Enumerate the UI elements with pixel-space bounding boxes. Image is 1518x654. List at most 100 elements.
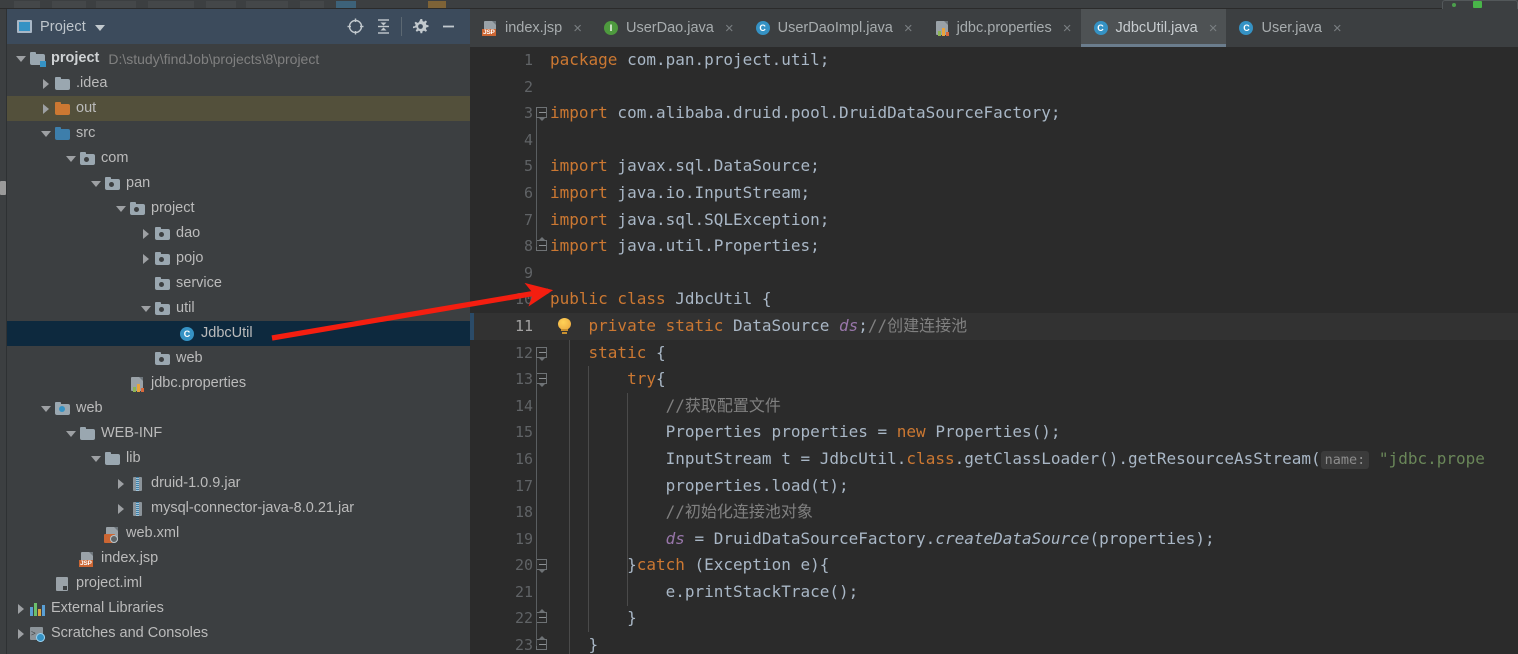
tree-item-label: com xyxy=(101,150,129,167)
code-line[interactable]: 9 xyxy=(470,260,1518,287)
project-tree[interactable]: project D:\study\findJob\projects\8\proje… xyxy=(7,44,470,654)
code-line[interactable]: 6 import java.io.InputStream; xyxy=(470,180,1518,207)
left-tool-strip[interactable] xyxy=(0,9,7,654)
code-line[interactable]: 8 import java.util.Properties; xyxy=(470,233,1518,260)
code-line[interactable]: 2 xyxy=(470,74,1518,101)
code-line[interactable]: 3 import com.alibaba.druid.pool.DruidData… xyxy=(470,100,1518,127)
twisty-expanded-icon[interactable] xyxy=(63,426,79,442)
tree-item-service[interactable]: service xyxy=(7,271,470,296)
locate-icon[interactable] xyxy=(341,13,369,41)
tree-item-dao[interactable]: dao xyxy=(7,221,470,246)
code-fold-down-icon[interactable] xyxy=(536,107,549,122)
tree-item-druid-1-0-9-jar[interactable]: druid-1.0.9.jar xyxy=(7,471,470,496)
tree-item-web[interactable]: web xyxy=(7,396,470,421)
tree-item-jdbcutil[interactable]: C JdbcUtil xyxy=(7,321,470,346)
twisty-collapsed-icon[interactable] xyxy=(13,626,29,642)
twisty-collapsed-icon[interactable] xyxy=(138,226,154,242)
editor-tab-userdaoimpl-java[interactable]: C UserDaoImpl.java × xyxy=(743,9,922,47)
tree-item-web-xml[interactable]: web.xml xyxy=(7,521,470,546)
code-fold-up-icon[interactable] xyxy=(536,609,549,625)
editor-tab-jdbc-properties[interactable]: jdbc.properties × xyxy=(922,9,1081,47)
jsp-file-icon: JSP xyxy=(482,20,498,36)
run-status-dot xyxy=(1452,3,1456,7)
editor-tab-index-jsp[interactable]: JSP index.jsp × xyxy=(470,9,591,47)
tree-item-label: project xyxy=(51,50,100,67)
editor-tab-jdbcutil-java[interactable]: C JdbcUtil.java × xyxy=(1080,9,1227,47)
tree-item-jdbc-properties[interactable]: jdbc.properties xyxy=(7,371,470,396)
code-line[interactable]: 5 import javax.sql.DataSource; xyxy=(470,153,1518,180)
twisty-collapsed-icon[interactable] xyxy=(138,251,154,267)
twisty-collapsed-icon[interactable] xyxy=(13,601,29,617)
tool-strip-handle[interactable] xyxy=(0,181,6,195)
code-fold-up-icon[interactable] xyxy=(536,636,549,652)
code-editor[interactable]: 1 package com.pan.project.util; 2 3 import c… xyxy=(470,47,1518,654)
twisty-expanded-icon[interactable] xyxy=(88,451,104,467)
code-line[interactable]: 22 } xyxy=(470,605,1518,632)
editor-tab-label: jdbc.properties xyxy=(956,20,1052,36)
code-line[interactable]: 12 static { xyxy=(470,340,1518,367)
tree-item-project[interactable]: project D:\study\findJob\projects\8\proje… xyxy=(7,46,470,71)
twisty-expanded-icon[interactable] xyxy=(13,51,29,67)
code-fold-down-icon[interactable] xyxy=(536,559,549,574)
close-icon[interactable]: × xyxy=(1063,21,1072,36)
tree-item-scratches-and-consoles[interactable]: > Scratches and Consoles xyxy=(7,621,470,646)
twisty-expanded-icon[interactable] xyxy=(38,401,54,417)
code-fold-down-icon[interactable] xyxy=(536,373,549,388)
twisty-collapsed-icon[interactable] xyxy=(38,76,54,92)
code-fold-down-icon[interactable] xyxy=(536,346,549,361)
twisty-expanded-icon[interactable] xyxy=(88,176,104,192)
tree-item--idea[interactable]: .idea xyxy=(7,71,470,96)
editor-tab-label: index.jsp xyxy=(505,20,563,36)
twisty-expanded-icon[interactable] xyxy=(38,126,54,142)
code-line[interactable]: 4 xyxy=(470,127,1518,154)
breadcrumb-fragment xyxy=(14,1,40,8)
tree-item-external-libraries[interactable]: External Libraries xyxy=(7,596,470,621)
editor-tab-user-java[interactable]: C User.java × xyxy=(1226,9,1350,47)
twisty-expanded-icon[interactable] xyxy=(63,151,79,167)
minimize-icon[interactable] xyxy=(434,13,462,41)
twisty-collapsed-icon[interactable] xyxy=(38,101,54,117)
project-window-icon xyxy=(17,20,32,33)
close-icon[interactable]: × xyxy=(725,21,734,36)
code-line[interactable]: 7 import java.sql.SQLException; xyxy=(470,207,1518,234)
twisty-expanded-icon[interactable] xyxy=(138,301,154,317)
tree-item-web-inf[interactable]: WEB-INF xyxy=(7,421,470,446)
code-fold-connector xyxy=(536,118,537,248)
tree-item-lib[interactable]: lib xyxy=(7,446,470,471)
tree-item-index-jsp[interactable]: JSP index.jsp xyxy=(7,546,470,571)
twisty-expanded-icon[interactable] xyxy=(113,201,129,217)
twisty-collapsed-icon[interactable] xyxy=(113,501,129,517)
code-line[interactable]: 23 } xyxy=(470,632,1518,654)
code-fold-up-icon[interactable] xyxy=(536,237,549,253)
class-file-icon: C xyxy=(1238,20,1254,36)
code-line[interactable]: 11 private static DataSource ds;//创建连接池 xyxy=(470,312,1518,340)
code-line[interactable]: 1 package com.pan.project.util; xyxy=(470,47,1518,74)
line-number: 5 xyxy=(523,157,533,176)
close-icon[interactable]: × xyxy=(1209,21,1218,36)
line-number: 3 xyxy=(523,104,533,123)
close-icon[interactable]: × xyxy=(1333,21,1342,36)
tree-item-src[interactable]: src xyxy=(7,121,470,146)
run-button-indicator[interactable] xyxy=(1473,1,1482,8)
tree-item-project-iml[interactable]: project.iml xyxy=(7,571,470,596)
chevron-down-icon[interactable] xyxy=(94,24,105,31)
tree-item-pojo[interactable]: pojo xyxy=(7,246,470,271)
project-panel-title: Project xyxy=(40,18,86,35)
tree-item-mysql-connector-java-8-0-21-jar[interactable]: mysql-connector-java-8.0.21.jar xyxy=(7,496,470,521)
code-line[interactable]: 13 try{ xyxy=(470,366,1518,393)
close-icon[interactable]: × xyxy=(573,21,582,36)
tree-item-project[interactable]: project xyxy=(7,196,470,221)
tree-item-com[interactable]: com xyxy=(7,146,470,171)
close-icon[interactable]: × xyxy=(904,21,913,36)
tree-item-util[interactable]: util xyxy=(7,296,470,321)
collapse-all-icon[interactable] xyxy=(369,13,397,41)
tree-item-pan[interactable]: pan xyxy=(7,171,470,196)
gear-icon[interactable] xyxy=(406,13,434,41)
twisty-collapsed-icon[interactable] xyxy=(113,476,129,492)
tree-item-out[interactable]: out xyxy=(7,96,470,121)
code-line[interactable]: 10 public class JdbcUtil { xyxy=(470,286,1518,313)
tree-item-path: D:\study\findJob\projects\8\project xyxy=(108,50,320,67)
tree-item-web[interactable]: web xyxy=(7,346,470,371)
editor-tab-userdao-java[interactable]: I UserDao.java × xyxy=(591,9,743,47)
